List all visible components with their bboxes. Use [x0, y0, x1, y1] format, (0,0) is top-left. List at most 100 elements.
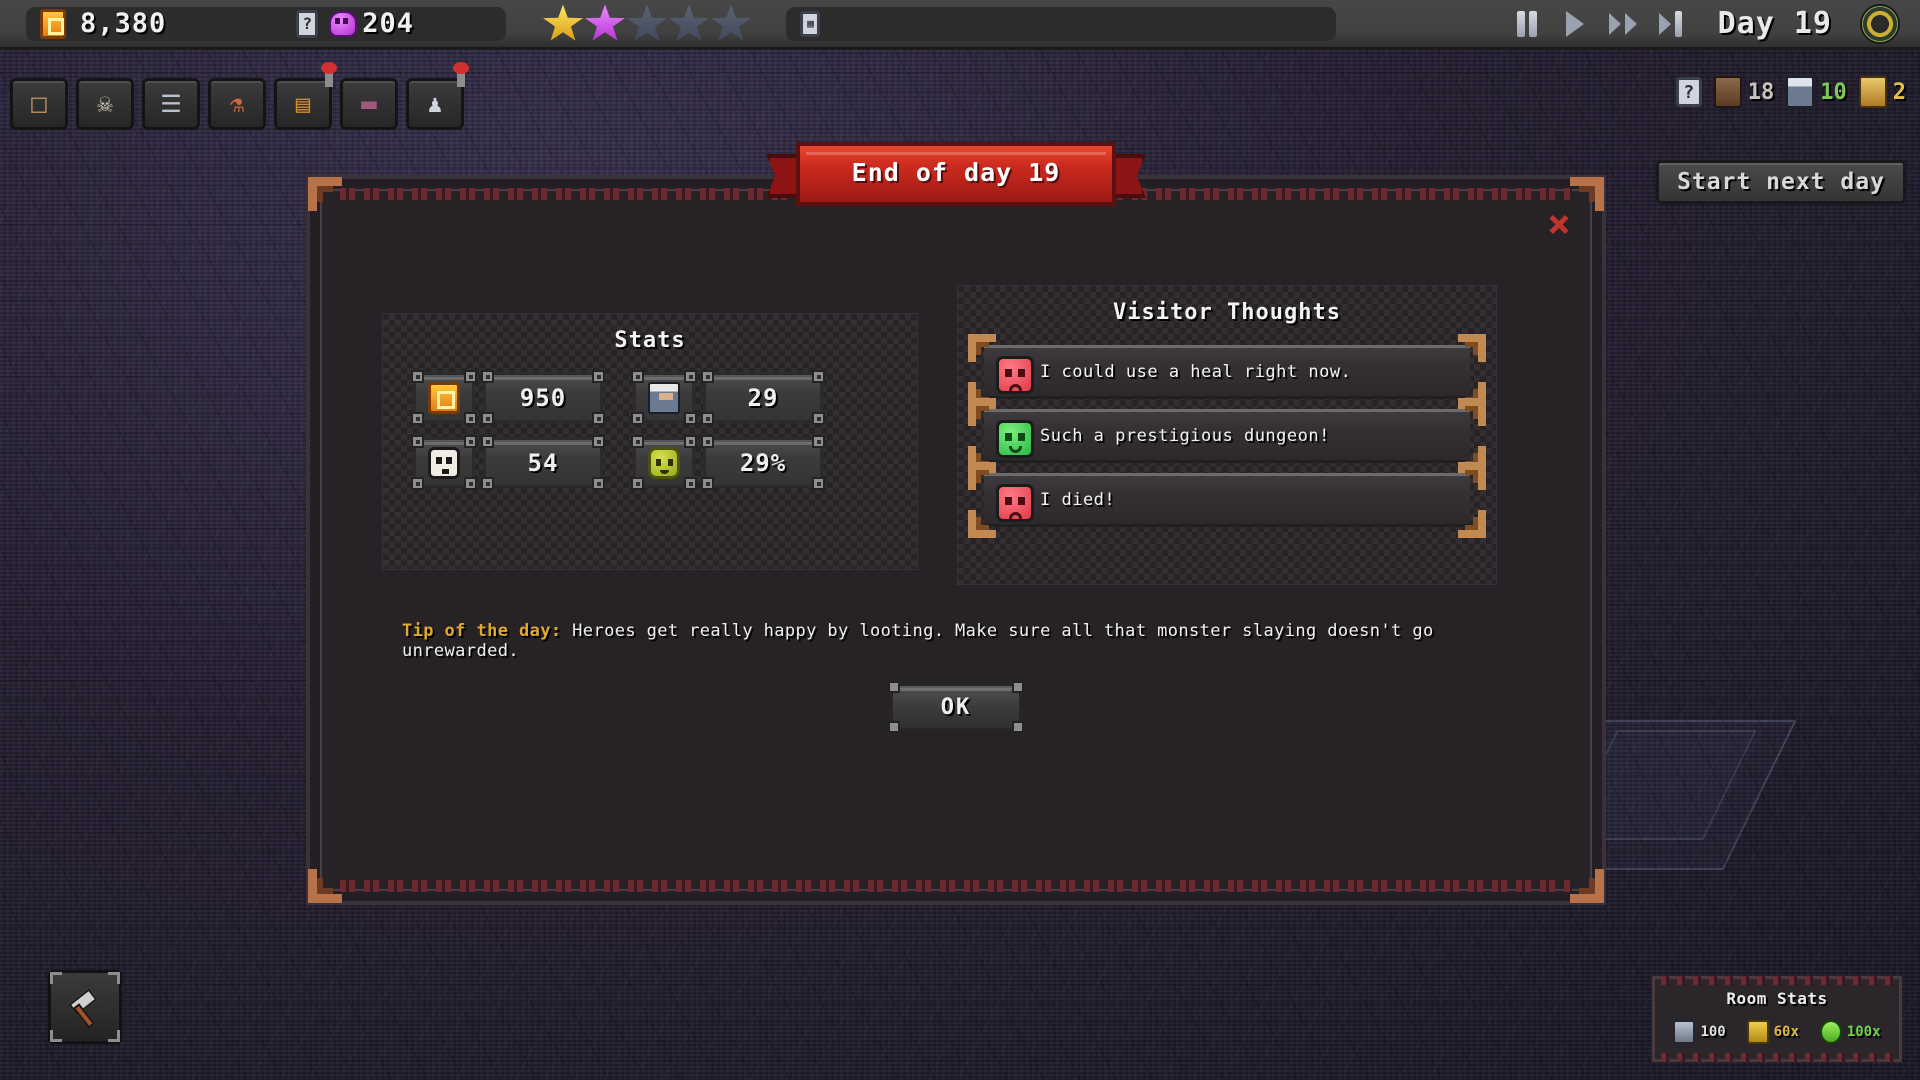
fast-forward-icon[interactable] [1606, 9, 1640, 39]
dialog-bottom-trim [340, 880, 1572, 892]
stats-grid: 950 29 54 29% [411, 370, 825, 490]
stat-value-cell-deaths: 54 [481, 435, 605, 490]
tool-glyph: ▬ [361, 89, 377, 119]
hint-tag-icon[interactable]: ? [296, 9, 319, 38]
room-stats-row: 100 60x 100x [1655, 1008, 1899, 1044]
spark-value: 100x [1846, 1024, 1881, 1040]
room-stat-spark: 100x [1819, 1020, 1881, 1044]
star-3-empty [627, 4, 667, 41]
room-stats-panel: Room Stats 100 60x 100x [1652, 976, 1902, 1062]
start-next-day-label: Start next day [1677, 169, 1885, 195]
day-label: Day 19 [1717, 6, 1832, 41]
gold-amount: 8,380 [80, 8, 167, 39]
hammer-item-icon [68, 988, 108, 1029]
quest-bar[interactable]: ▦ [786, 6, 1336, 41]
monster-count: 18 [1747, 79, 1775, 105]
monster-icon [1713, 76, 1742, 108]
gear-wheel-icon[interactable] [1860, 3, 1900, 44]
treasure-chest-icon[interactable]: ▤ [274, 62, 337, 130]
slime-monster-icon [648, 446, 680, 479]
stats-grid-spacer [611, 437, 625, 488]
thought-row: Such a prestigious dungeon! [968, 398, 1486, 474]
notification-pin [453, 62, 469, 87]
star-1-filled [543, 4, 583, 41]
trophy-value: 60x [1773, 1024, 1799, 1040]
visitor-icon [1858, 76, 1887, 108]
step-frame-icon[interactable] [1654, 9, 1688, 39]
stats-title: Stats [614, 328, 686, 353]
question-mark-icon[interactable]: ? [1675, 77, 1702, 107]
hero-icon [648, 381, 680, 414]
tool-glyph: □ [31, 89, 47, 119]
stat-icon-cell-gold [411, 370, 477, 425]
monster-percent-value: 29% [739, 448, 787, 477]
star-rating [542, 4, 752, 43]
visitor-thoughts-panel: Visitor Thoughts I could use a heal righ… [957, 285, 1497, 585]
star-4-empty [669, 4, 709, 41]
stat-value-cell-heroes: 29 [701, 370, 825, 425]
tool-glyph: ▤ [295, 90, 311, 118]
end-of-day-dialog: End of day 19 Stats 950 29 54 29% Visito… [306, 142, 1606, 905]
monster-counter: 18 [1713, 76, 1775, 108]
trophy-icon [1746, 1020, 1769, 1044]
hero-counter: 10 [1786, 76, 1847, 108]
start-next-day-button[interactable]: Start next day [1656, 160, 1906, 204]
thought-text: Such a prestigious dungeon! [1040, 426, 1330, 446]
notification-pin [321, 62, 337, 87]
resources-pill: 8,380 ? 204 [26, 6, 506, 41]
room-stats-top-trim [1661, 976, 1893, 985]
skull-icon [428, 446, 460, 479]
hero-count: 10 [1820, 79, 1847, 105]
hammer-item-slot[interactable] [48, 970, 122, 1044]
hero-manage-icon[interactable]: ♟ [406, 62, 469, 130]
visitor-count: 2 [1892, 79, 1906, 105]
tip-of-the-day: Tip of the day: Heroes get really happy … [402, 621, 1530, 661]
close-x-icon[interactable] [1548, 213, 1570, 235]
ok-button[interactable]: OK [888, 681, 1024, 733]
tip-label: Tip of the day: [402, 621, 562, 641]
dialog-corner-bl [308, 869, 342, 903]
tool-glyph: ☠ [97, 89, 113, 119]
room-stat-trophy: 60x [1746, 1020, 1799, 1044]
ok-button-label: OK [940, 694, 972, 720]
stat-icon-cell-heroes [631, 370, 697, 425]
top-bar: 8,380 ? 204 ▦ Day 19 [0, 0, 1920, 50]
sad-face-icon [996, 484, 1034, 522]
play-icon[interactable] [1558, 9, 1592, 39]
build-toolbar: □ ☠ ☰ ⚗ ▤ ▬ ♟ [10, 62, 469, 130]
star-2-filled [585, 4, 625, 41]
gold-bar-icon [40, 8, 66, 39]
hero-icon [1786, 76, 1815, 108]
dialog-corner-tr [1570, 177, 1604, 211]
soul-ghost-icon [326, 9, 358, 39]
research-book-icon[interactable]: ☰ [142, 78, 200, 130]
monster-skull-icon[interactable]: ☠ [76, 78, 134, 130]
room-stats-bottom-trim [1661, 1053, 1893, 1062]
room-build-icon[interactable]: □ [10, 78, 68, 130]
thought-row: I died! [968, 462, 1486, 538]
tool-glyph: ⚗ [229, 90, 245, 118]
dialog-corner-br [1570, 869, 1604, 903]
stat-icon-cell-deaths [411, 435, 477, 490]
visitor-thoughts-title: Visitor Thoughts [1113, 300, 1341, 325]
dialog-banner: End of day 19 [766, 136, 1146, 216]
soul-amount: 204 [362, 8, 415, 39]
thought-row: I could use a heal right now. [968, 334, 1486, 410]
dialog-title: End of day 19 [851, 158, 1061, 187]
stat-value-cell-gold: 950 [481, 370, 605, 425]
population-hud: ? 18 10 2 [1675, 76, 1906, 108]
grid-menu-icon: ▦ [800, 10, 820, 37]
deaths-value: 54 [527, 448, 559, 477]
pause-icon[interactable] [1510, 9, 1544, 39]
happy-face-icon [996, 420, 1034, 458]
trap-icon[interactable]: ▬ [340, 78, 398, 130]
thought-text: I died! [1040, 490, 1116, 510]
spark-icon [1819, 1020, 1842, 1044]
thought-text: I could use a heal right now. [1040, 362, 1352, 382]
visitor-counter: 2 [1858, 76, 1906, 108]
stats-grid-spacer [611, 372, 625, 423]
potion-shop-icon[interactable]: ⚗ [208, 78, 266, 130]
heroes-value: 29 [747, 383, 779, 412]
gold-earned-value: 950 [519, 383, 567, 412]
tool-glyph: ☰ [160, 90, 182, 118]
